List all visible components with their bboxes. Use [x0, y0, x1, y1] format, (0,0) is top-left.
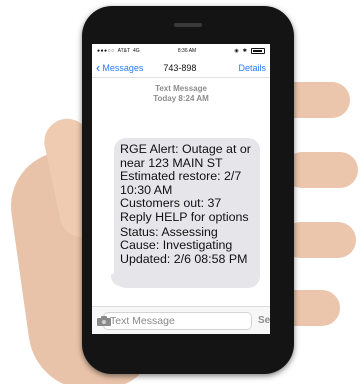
- thread-header: Text Message Today 8:24 AM: [92, 84, 270, 104]
- message-line: RGE Alert: Outage at or near 123 MAIN ST: [120, 142, 251, 170]
- message-line: Customers out: 37: [120, 196, 222, 211]
- message-line: Cause: Investigating: [120, 238, 233, 253]
- nav-bar: ‹ Messages 743-898 Details: [92, 58, 270, 78]
- network-label: 4G: [133, 48, 140, 54]
- clock: 8:36 AM: [177, 48, 197, 54]
- status-bar: ●●●○○ AT&T 4G 8:36 AM ◉ ✱: [92, 44, 270, 58]
- send-button[interactable]: Send: [258, 315, 270, 326]
- message-input[interactable]: [103, 311, 252, 330]
- message-line: Updated: 2/6 08:58 PM: [120, 251, 248, 266]
- signal-icon: ●●●○○: [97, 48, 115, 54]
- contact-title: 743-898: [163, 62, 197, 73]
- bluetooth-icon: ✱: [242, 48, 247, 54]
- carrier-label: AT&T: [117, 48, 131, 54]
- thread-type-label: Text Message: [155, 84, 207, 93]
- back-label: Messages: [102, 62, 144, 73]
- back-button[interactable]: ‹ Messages: [96, 59, 144, 75]
- phone-screen: ●●●○○ AT&T 4G 8:36 AM ◉ ✱ ‹ Messages 743…: [92, 44, 270, 334]
- phone-device: ●●●○○ AT&T 4G 8:36 AM ◉ ✱ ‹ Messages 743…: [82, 6, 294, 374]
- message-bubble: RGE Alert: Outage at or near 123 MAIN ST…: [111, 138, 260, 288]
- location-icon: ◉: [234, 48, 239, 54]
- message-composer: Send: [92, 306, 270, 334]
- chevron-left-icon: ‹: [96, 59, 101, 75]
- thread-timestamp: Today 8:24 AM: [153, 94, 209, 103]
- message-line: Reply HELP for options: [120, 209, 249, 224]
- details-button[interactable]: Details: [238, 63, 266, 73]
- message-status-block: Status: Assessing Cause: Investigating U…: [120, 224, 254, 267]
- hand-finger: [284, 152, 358, 188]
- battery-icon: [250, 48, 265, 54]
- message-line: Estimated restore: 2/7 10:30 AM: [120, 169, 242, 197]
- message-line: Status: Assessing: [120, 224, 218, 239]
- earpiece-speaker: [174, 23, 202, 27]
